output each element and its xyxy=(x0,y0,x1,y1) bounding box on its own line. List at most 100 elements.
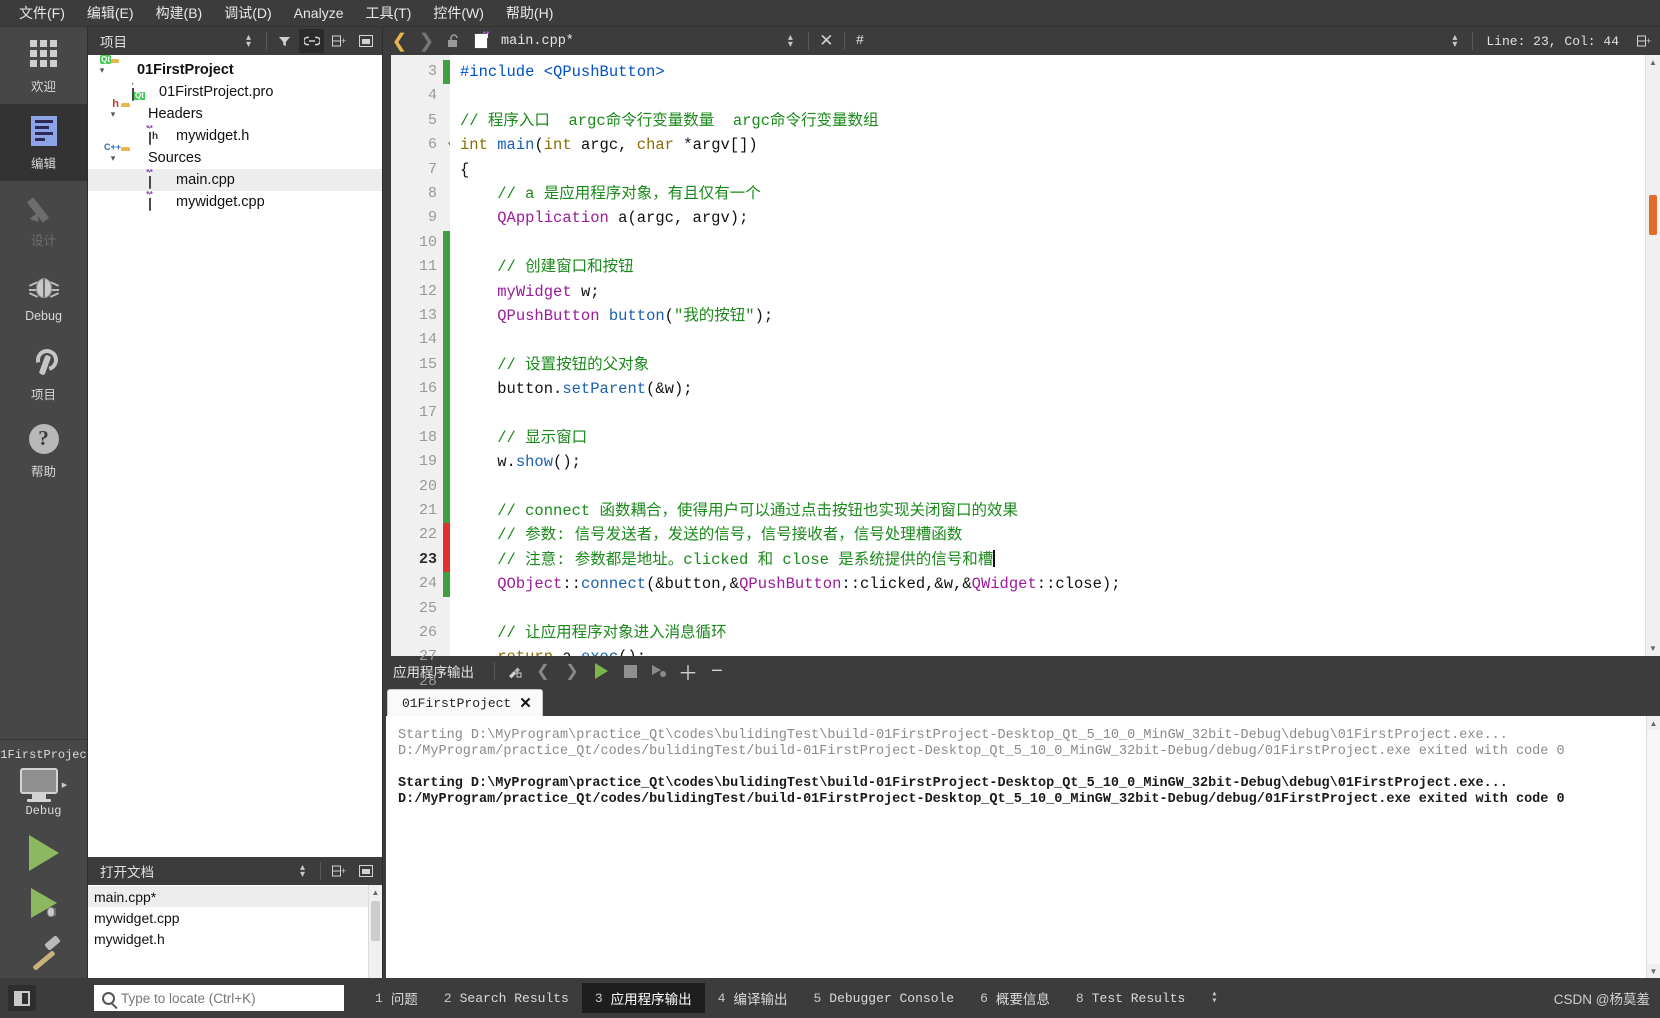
line-number: 5 xyxy=(427,111,437,129)
go-back-button[interactable]: ❮ xyxy=(387,29,412,53)
filter-tree-button[interactable] xyxy=(272,29,297,53)
project-tree[interactable]: ▾ Qt 01FirstProject Qt 01FirstProject.pr… xyxy=(88,55,382,857)
open-doc-item[interactable]: mywidget.h xyxy=(88,928,368,949)
locator-input[interactable]: Type to locate (Ctrl+K) xyxy=(94,985,344,1011)
menu-help[interactable]: 帮助(H) xyxy=(495,0,564,26)
open-documents-list[interactable]: main.cpp* mywidget.cpp mywidget.h xyxy=(88,885,368,978)
output-tabs-overflow-button[interactable]: ▴ ▾ xyxy=(1198,986,1230,1010)
line-number: 4 xyxy=(427,87,437,105)
code-text[interactable]: #include <QPushButton> // 程序入口 argc命令行变量数… xyxy=(450,55,1645,656)
twisty-icon[interactable]: ▾ xyxy=(105,153,121,164)
zoom-out-button[interactable]: − xyxy=(704,659,730,683)
scroll-down-arrow-icon[interactable]: ▼ xyxy=(1647,964,1660,978)
mode-help[interactable]: ? 帮助 xyxy=(0,412,87,489)
toggle-sidebar-button[interactable] xyxy=(8,985,36,1011)
synchronize-selection-button[interactable] xyxy=(299,29,324,53)
close-document-button[interactable]: ✕ xyxy=(814,29,839,53)
view-selector-dropdown[interactable]: ▴ ▾ xyxy=(236,29,261,53)
mode-welcome[interactable]: 欢迎 xyxy=(0,27,87,104)
change-marker xyxy=(443,670,450,694)
split-editor-button[interactable]: + xyxy=(1631,29,1656,53)
line-col-indicator[interactable]: Line: 23, Col: 44 xyxy=(1478,34,1629,49)
menu-file[interactable]: 文件(F) xyxy=(8,0,76,26)
zoom-in-button[interactable]: ＋ xyxy=(675,659,701,685)
previous-item-button[interactable]: ❮ xyxy=(530,659,556,683)
kit-selector[interactable]: 01FirstProject ▸ Debug xyxy=(0,739,94,828)
tree-row-mywidget-cpp[interactable]: •• mywidget.cpp xyxy=(88,188,382,213)
status-tab-application-output[interactable]: 3 应用程序输出 xyxy=(581,983,705,1013)
open-doc-item[interactable]: main.cpp* xyxy=(88,886,368,907)
scrollbar-thumb[interactable] xyxy=(1649,195,1657,235)
scroll-up-arrow-icon[interactable]: ▲ xyxy=(369,885,382,899)
start-debugging-button[interactable] xyxy=(0,878,88,928)
tree-row-project[interactable]: ▾ Qt 01FirstProject xyxy=(88,55,382,81)
lock-toggle-button[interactable] xyxy=(441,29,466,53)
line-number: 16 xyxy=(418,380,437,398)
run-button[interactable] xyxy=(0,828,88,878)
build-button[interactable] xyxy=(0,928,88,978)
menu-window[interactable]: 控件(W) xyxy=(422,0,495,26)
mode-design[interactable]: 设计 xyxy=(0,181,87,258)
kit-target-button[interactable]: ▸ xyxy=(19,768,67,802)
go-forward-button[interactable]: ❯ xyxy=(414,29,439,53)
open-documents-dropdown[interactable]: ▴ ▾ xyxy=(290,859,315,883)
split-icon: + xyxy=(331,865,346,876)
open-documents-scrollbar[interactable]: ▲ xyxy=(368,885,382,978)
menu-tools[interactable]: 工具(T) xyxy=(354,0,422,26)
mode-debug[interactable]: Debug xyxy=(0,258,87,335)
up-down-arrows-icon: ▴ ▾ xyxy=(245,32,252,50)
twisty-icon[interactable]: ▾ xyxy=(94,65,110,76)
tree-row-headers[interactable]: ▾ h Headers xyxy=(88,98,382,125)
menu-debug[interactable]: 调试(D) xyxy=(213,0,282,26)
clear-output-button[interactable] xyxy=(501,659,527,683)
bug-icon xyxy=(27,270,61,304)
close-dock-button[interactable] xyxy=(353,29,378,53)
scroll-down-arrow-icon[interactable]: ▼ xyxy=(1646,641,1660,656)
debug-application-button[interactable] xyxy=(646,659,672,683)
mode-edit[interactable]: 编辑 xyxy=(0,104,87,181)
tree-label: 01FirstProject xyxy=(137,62,234,78)
scrollbar-thumb[interactable] xyxy=(371,901,380,941)
output-pane: 应用程序输出 ❮ ❯ ＋ − 01FirstProject ✕ Starting… xyxy=(383,656,1660,978)
editor-scrollbar[interactable]: ▲ ▼ xyxy=(1645,55,1660,656)
symbol-combo[interactable]: # xyxy=(850,34,864,49)
close-icon[interactable]: ✕ xyxy=(519,694,532,712)
code-token: ::close); xyxy=(1036,575,1121,594)
mode-projects-label: 项目 xyxy=(30,387,56,402)
open-doc-label: mywidget.h xyxy=(94,930,165,947)
file-dropdown-button[interactable]: ▴ ▾ xyxy=(778,29,803,53)
symbol-dropdown-button[interactable]: ▴ ▾ xyxy=(1442,29,1467,53)
split-button[interactable]: + xyxy=(326,29,351,53)
status-tab-debugger-console[interactable]: 5 Debugger Console xyxy=(800,986,967,1011)
current-file-name[interactable]: main.cpp* xyxy=(495,34,574,49)
status-tab-test-results[interactable]: 8 Test Results xyxy=(1063,986,1198,1011)
stop-application-button[interactable] xyxy=(617,659,643,683)
code-line: int main(int argc, char *argv[]) xyxy=(460,133,1645,157)
twisty-icon[interactable]: ▾ xyxy=(105,109,121,120)
code-line: // 创建窗口和按钮 xyxy=(460,255,1645,279)
run-application-button[interactable] xyxy=(588,659,614,683)
next-item-button[interactable]: ❯ xyxy=(559,659,585,683)
tree-row-sources[interactable]: ▾ C++ Sources xyxy=(88,142,382,169)
tree-row-mywidget-h[interactable]: h •• mywidget.h xyxy=(88,122,382,147)
status-tab-issues[interactable]: 1 问题 xyxy=(362,983,431,1013)
application-output-console[interactable]: Starting D:\MyProgram\practice_Qt\codes\… xyxy=(383,716,1660,978)
tree-row-main-cpp[interactable]: •• main.cpp xyxy=(88,166,382,191)
close-dock-button[interactable] xyxy=(353,859,378,883)
split-button[interactable]: + xyxy=(326,859,351,883)
open-doc-item[interactable]: mywidget.cpp xyxy=(88,907,368,928)
console-scrollbar[interactable]: ▲ ▼ xyxy=(1646,716,1660,978)
bug-overlay-icon xyxy=(44,905,58,919)
scroll-up-arrow-icon[interactable]: ▲ xyxy=(1646,55,1660,70)
menu-analyze[interactable]: Analyze xyxy=(283,2,355,24)
output-tab-label: 01FirstProject xyxy=(402,695,512,711)
menu-build[interactable]: 构建(B) xyxy=(145,0,214,26)
status-tab-general-messages[interactable]: 6 概要信息 xyxy=(967,983,1063,1013)
mode-projects[interactable]: 项目 xyxy=(0,335,87,412)
status-tab-compile-output[interactable]: 4 编译输出 xyxy=(705,983,801,1013)
status-tab-search-results[interactable]: 2 Search Results xyxy=(431,986,582,1011)
code-editor[interactable]: 3 4 5 6▾ 7 8 9 10 11 12 13 14 15 16 17 18 19 20 21 22 23 24 25… xyxy=(383,55,1660,690)
tree-row-pro-file[interactable]: Qt 01FirstProject.pro xyxy=(88,81,382,103)
menu-edit[interactable]: 编辑(E) xyxy=(76,0,145,26)
scroll-up-arrow-icon[interactable]: ▲ xyxy=(1647,716,1660,730)
